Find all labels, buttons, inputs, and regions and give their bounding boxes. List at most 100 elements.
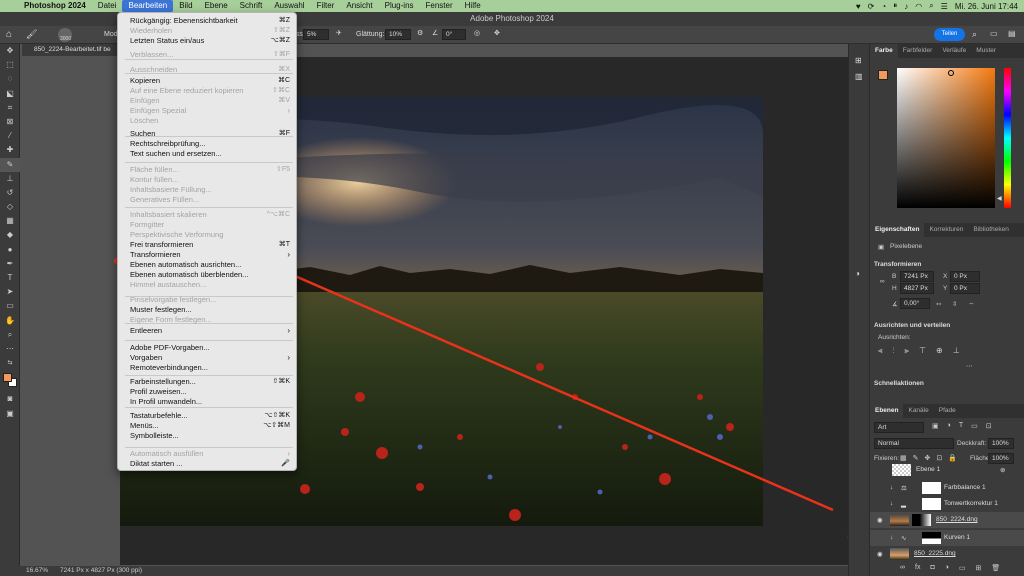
filter-pixel-icon[interactable]: ▣ bbox=[932, 422, 939, 430]
menu-item-label: Formgitter bbox=[130, 220, 165, 229]
menu-item[interactable]: Suchen ⌘F bbox=[130, 129, 290, 139]
menu-item[interactable]: Farbeinstellungen... ⇧⌘K bbox=[130, 377, 290, 387]
menu-item[interactable]: Letzten Status ein/aus ⌥⌘Z bbox=[130, 36, 290, 46]
menu-item[interactable]: Tastaturbefehle... ⌥⇧⌘K bbox=[130, 411, 290, 421]
history-panel-icon[interactable]: ⊞ bbox=[855, 56, 862, 65]
lock-artboard-icon[interactable]: ⊡ bbox=[936, 454, 942, 462]
filter-shape-icon[interactable]: ▭ bbox=[971, 422, 978, 430]
height-field[interactable]: 4827 Px bbox=[900, 283, 934, 294]
width-field[interactable]: 7241 Px bbox=[900, 271, 934, 282]
layer-row[interactable]: ◉ 850_2224.dng bbox=[870, 512, 1024, 528]
menu-item[interactable]: Transformieren › bbox=[130, 250, 290, 260]
lock-transparency-icon[interactable]: ▦ bbox=[900, 454, 907, 462]
link-layers-icon[interactable]: ∞ bbox=[900, 564, 905, 572]
lock-position-icon[interactable]: ✥ bbox=[925, 454, 931, 462]
transform-heading[interactable]: Transformieren bbox=[870, 259, 921, 271]
filter-smart-icon[interactable]: ⊡ bbox=[986, 422, 992, 430]
menu-item[interactable]: Adobe PDF-Vorgaben... bbox=[130, 343, 290, 353]
menu-item: Verblassen... ⇧⌘F bbox=[130, 50, 290, 60]
tab-pfade[interactable]: Pfade bbox=[934, 404, 961, 418]
menu-item[interactable]: Entleeren › bbox=[130, 326, 290, 336]
menu-item[interactable]: Profil zuweisen... bbox=[130, 387, 290, 397]
color-picker-cursor[interactable] bbox=[948, 70, 954, 76]
new-layer-icon[interactable]: ⊞ bbox=[976, 564, 982, 572]
align-middle-icon[interactable]: ⊕ bbox=[936, 346, 943, 356]
layer-name[interactable]: Kurven 1 bbox=[944, 530, 970, 546]
tab-verlaeufe[interactable]: Verläufe bbox=[937, 44, 971, 58]
balance-icon: ⚖ bbox=[901, 485, 907, 492]
tab-eigenschaften[interactable]: Eigenschaften bbox=[870, 223, 925, 237]
new-group-icon[interactable]: ▭ bbox=[959, 564, 966, 572]
menu-item[interactable]: Vorgaben › bbox=[130, 353, 290, 363]
menu-item[interactable]: Menüs... ⌥⇧⌘M bbox=[130, 421, 290, 431]
menu-item[interactable]: Rückgängig: Ebenensichtbarkeit ⌘Z bbox=[130, 16, 290, 26]
delete-layer-icon[interactable]: 🗑 bbox=[991, 564, 1000, 572]
x-field[interactable]: 0 Px bbox=[950, 271, 980, 282]
align-bottom-icon[interactable]: ⊥ bbox=[953, 346, 960, 356]
layer-row[interactable]: ↓ ▂ Tonwertkorrektur 1 bbox=[870, 496, 1024, 512]
tab-korrekturen[interactable]: Korrekturen bbox=[924, 223, 968, 237]
transform-more-icon[interactable]: ⇔ bbox=[968, 300, 975, 307]
zoom-level[interactable]: 16.67% bbox=[26, 566, 48, 576]
flip-vertical-icon[interactable]: ⇳ bbox=[952, 300, 957, 308]
menu-item[interactable]: Ebenen automatisch überblenden... bbox=[130, 270, 290, 280]
visibility-eye-icon[interactable]: ◉ bbox=[877, 550, 883, 558]
layer-name[interactable]: Ebene 1 bbox=[916, 462, 940, 478]
layer-row[interactable]: Ebene 1 ⊛ bbox=[870, 462, 1024, 478]
align-center-h-icon[interactable]: ⫶ bbox=[893, 346, 895, 356]
align-right-icon[interactable]: ⫸ bbox=[905, 346, 910, 356]
layer-name[interactable]: 850_2225.dng bbox=[914, 546, 956, 562]
libraries-panel-icon[interactable]: ▥ bbox=[855, 72, 863, 81]
tab-farbe[interactable]: Farbe bbox=[870, 44, 898, 58]
layer-name[interactable]: Farbbalance 1 bbox=[944, 480, 986, 496]
filter-type-icon[interactable]: T bbox=[959, 422, 963, 430]
fg-color-swatch[interactable] bbox=[878, 70, 888, 80]
menu-item[interactable]: Remoteverbindungen... bbox=[130, 363, 290, 373]
quick-actions-heading[interactable]: Schnellaktionen bbox=[870, 378, 924, 390]
layer-name[interactable]: Tonwertkorrektur 1 bbox=[944, 496, 998, 512]
add-mask-icon[interactable]: ◘ bbox=[930, 564, 934, 572]
color-picker-field[interactable] bbox=[897, 68, 995, 208]
menu-item[interactable]: Text suchen und ersetzen... bbox=[130, 149, 290, 159]
link-icon[interactable]: ∞ bbox=[880, 278, 885, 285]
tab-ebenen[interactable]: Ebenen bbox=[870, 404, 904, 418]
layer-row[interactable]: ↓ ⚖ Farbbalance 1 bbox=[870, 480, 1024, 496]
menu-item[interactable]: Diktat starten ... 🎤 bbox=[130, 459, 290, 469]
layer-name[interactable]: 850_2224.dng bbox=[936, 512, 978, 528]
fx-icon[interactable]: fx bbox=[915, 564, 920, 572]
align-left-icon[interactable]: ⫷ bbox=[878, 346, 883, 356]
layer-row[interactable]: ↓ ∿ Kurven 1 bbox=[870, 530, 1024, 546]
menu-item[interactable]: Rechtschreibprüfung... bbox=[130, 139, 290, 149]
layer-filter-select[interactable]: Art bbox=[874, 422, 924, 433]
lock-pixels-icon[interactable]: ✎ bbox=[913, 454, 919, 462]
menu-item[interactable]: Muster festlegen... bbox=[130, 305, 290, 315]
more-options-icon[interactable]: ⋯ bbox=[966, 362, 973, 370]
menu-item-label: Rechtschreibprüfung... bbox=[130, 139, 206, 148]
menu-item-shortcut: ⌘F bbox=[278, 130, 290, 137]
flip-horizontal-icon[interactable]: ⇿ bbox=[936, 300, 941, 308]
menu-item[interactable]: Ebenen automatisch ausrichten... bbox=[130, 260, 290, 270]
tab-kanaele[interactable]: Kanäle bbox=[903, 404, 933, 418]
align-heading[interactable]: Ausrichten und verteilen bbox=[870, 320, 950, 332]
tab-bibliotheken[interactable]: Bibliotheken bbox=[968, 223, 1013, 237]
tab-muster[interactable]: Muster bbox=[971, 44, 1001, 58]
menu-item[interactable]: Kopieren ⌘C bbox=[130, 76, 290, 86]
hue-slider[interactable] bbox=[1004, 68, 1011, 208]
visibility-eye-icon[interactable]: ◉ bbox=[877, 516, 883, 524]
align-top-icon[interactable]: ⊤ bbox=[919, 346, 926, 356]
menu-item[interactable]: Symbolleiste... bbox=[130, 431, 290, 441]
hue-slider-handle[interactable]: ◀ bbox=[997, 195, 1002, 202]
opacity-field[interactable]: 100% bbox=[988, 438, 1014, 449]
blend-mode-select[interactable]: Normal bbox=[874, 438, 954, 449]
layer-row[interactable]: ◉ 850_2225.dng bbox=[870, 546, 1024, 562]
new-adjustment-icon[interactable]: ◑ bbox=[945, 564, 949, 572]
menu-item[interactable]: In Profil umwandeln... bbox=[130, 397, 290, 407]
y-field[interactable]: 0 Px bbox=[950, 283, 980, 294]
tab-farbfelder[interactable]: Farbfelder bbox=[898, 44, 938, 58]
menu-item[interactable]: Frei transformieren ⌘T bbox=[130, 240, 290, 250]
filter-adjustment-icon[interactable]: ◑ bbox=[947, 422, 951, 430]
lock-all-icon[interactable]: 🔒 bbox=[948, 454, 957, 462]
angle-field[interactable]: 0,00° bbox=[900, 298, 930, 309]
document-info[interactable]: 7241 Px x 4827 Px (300 ppi) bbox=[60, 566, 142, 576]
adjustments-panel-icon[interactable]: ◑ bbox=[855, 269, 860, 278]
